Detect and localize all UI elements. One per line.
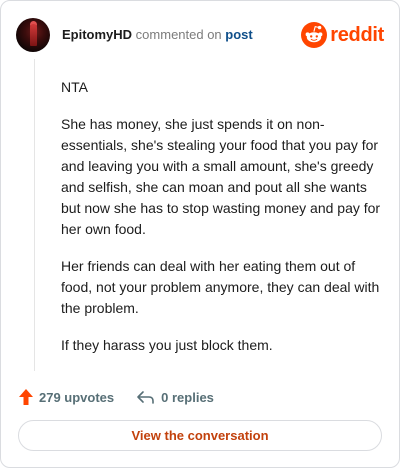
- avatar-figure-body: [30, 24, 37, 46]
- commented-on-text: commented on: [132, 27, 226, 42]
- upvote-arrow-icon: [19, 389, 33, 405]
- reddit-brand[interactable]: reddit: [301, 22, 384, 48]
- comment-paragraph: Her friends can deal with her eating the…: [61, 258, 380, 316]
- replies-button[interactable]: 0 replies: [136, 389, 214, 405]
- reply-arrow-icon: [137, 391, 154, 404]
- view-conversation-button[interactable]: View the conversation: [18, 420, 382, 451]
- comment-paragraph: If they harass you just block them.: [61, 337, 273, 353]
- post-link[interactable]: post: [225, 27, 252, 42]
- comment-header: EpitomyHD commented on post reddit: [16, 18, 384, 52]
- comment-body: NTA She has money, she just spends it on…: [61, 77, 381, 372]
- replies-count: 0 replies: [161, 389, 214, 405]
- upvotes-count: 279 upvotes: [39, 389, 115, 405]
- reddit-wordmark: reddit: [330, 24, 384, 46]
- upvote-button[interactable]: 279 upvotes: [18, 388, 114, 406]
- reddit-logo-icon: [301, 22, 328, 48]
- comment-actions: 279 upvotes 0 replies: [18, 385, 214, 409]
- thread-line: [34, 59, 35, 371]
- username-link[interactable]: EpitomyHD: [62, 27, 132, 42]
- comment-embed-card: EpitomyHD commented on post reddit NTA S…: [0, 0, 400, 468]
- comment-paragraph: She has money, she just spends it on non…: [61, 116, 381, 237]
- comment-meta: EpitomyHD commented on post: [62, 27, 253, 43]
- comment-paragraph: NTA: [61, 79, 88, 95]
- avatar[interactable]: [16, 18, 50, 52]
